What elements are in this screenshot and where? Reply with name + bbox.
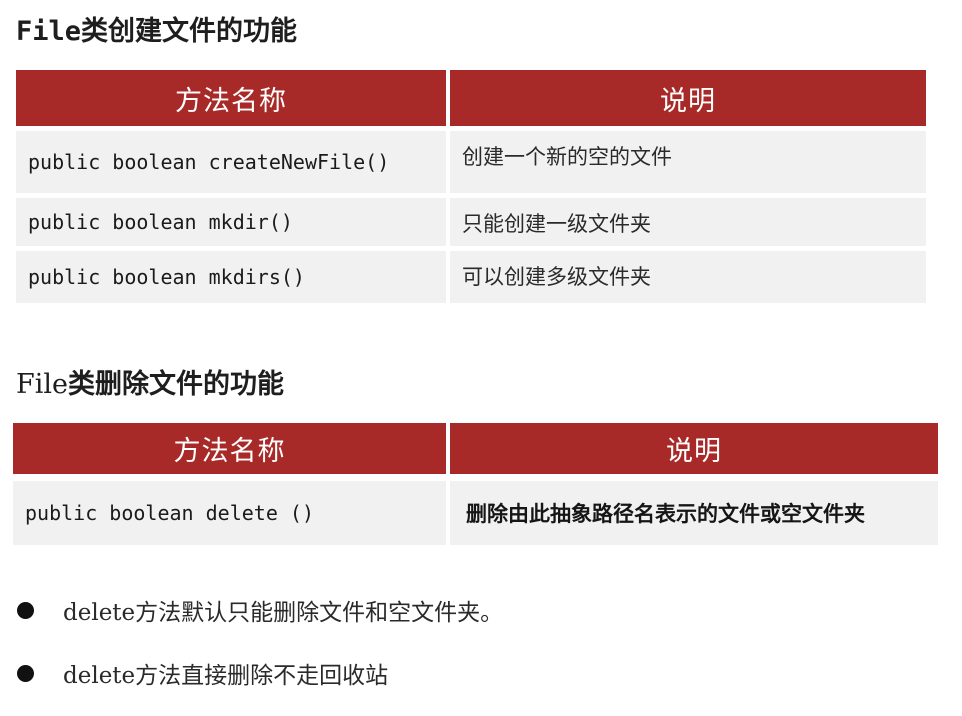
delete-methods-table: 方法名称 说明 public boolean delete () 删除由此抽象路… (13, 423, 938, 545)
note-text: delete方法默认只能删除文件和空文件夹。 (63, 600, 504, 626)
create-row-0-desc: 创建一个新的空的文件 (450, 131, 926, 193)
create-row-2-method: public boolean mkdirs() (16, 251, 446, 303)
delete-title-suffix: 类删除文件的功能 (67, 369, 284, 400)
create-header-method: 方法名称 (16, 70, 446, 126)
delete-row-0-desc: 删除由此抽象路径名表示的文件或空文件夹 (450, 481, 938, 545)
create-title-prefix: File (16, 16, 82, 47)
create-row-0-method: public boolean createNewFile() (16, 131, 446, 193)
create-header-desc: 说明 (450, 70, 926, 126)
create-row-2-desc: 可以创建多级文件夹 (450, 251, 926, 303)
create-section-title: File类创建文件的功能 (16, 18, 297, 45)
delete-section-title: File类删除文件的功能 (16, 371, 284, 398)
create-methods-table: 方法名称 说明 public boolean createNewFile() 创… (16, 70, 926, 303)
delete-header-desc: 说明 (450, 423, 938, 474)
create-title-suffix: 类创建文件的功能 (81, 16, 298, 47)
notes-list: delete方法默认只能删除文件和空文件夹。 delete方法直接删除不走回收站 (14, 590, 944, 716)
bullet-icon (17, 664, 34, 682)
delete-title-prefix: File (16, 369, 68, 400)
bullet-icon (17, 601, 34, 619)
list-item: delete方法默认只能删除文件和空文件夹。 (14, 590, 944, 630)
note-text: delete方法直接删除不走回收站 (63, 663, 389, 689)
list-item: delete方法直接删除不走回收站 (14, 653, 944, 693)
delete-row-0-method: public boolean delete () (13, 481, 446, 545)
create-row-1-desc: 只能创建一级文件夹 (450, 198, 926, 246)
create-row-1-method: public boolean mkdir() (16, 198, 446, 246)
delete-header-method: 方法名称 (13, 423, 446, 474)
